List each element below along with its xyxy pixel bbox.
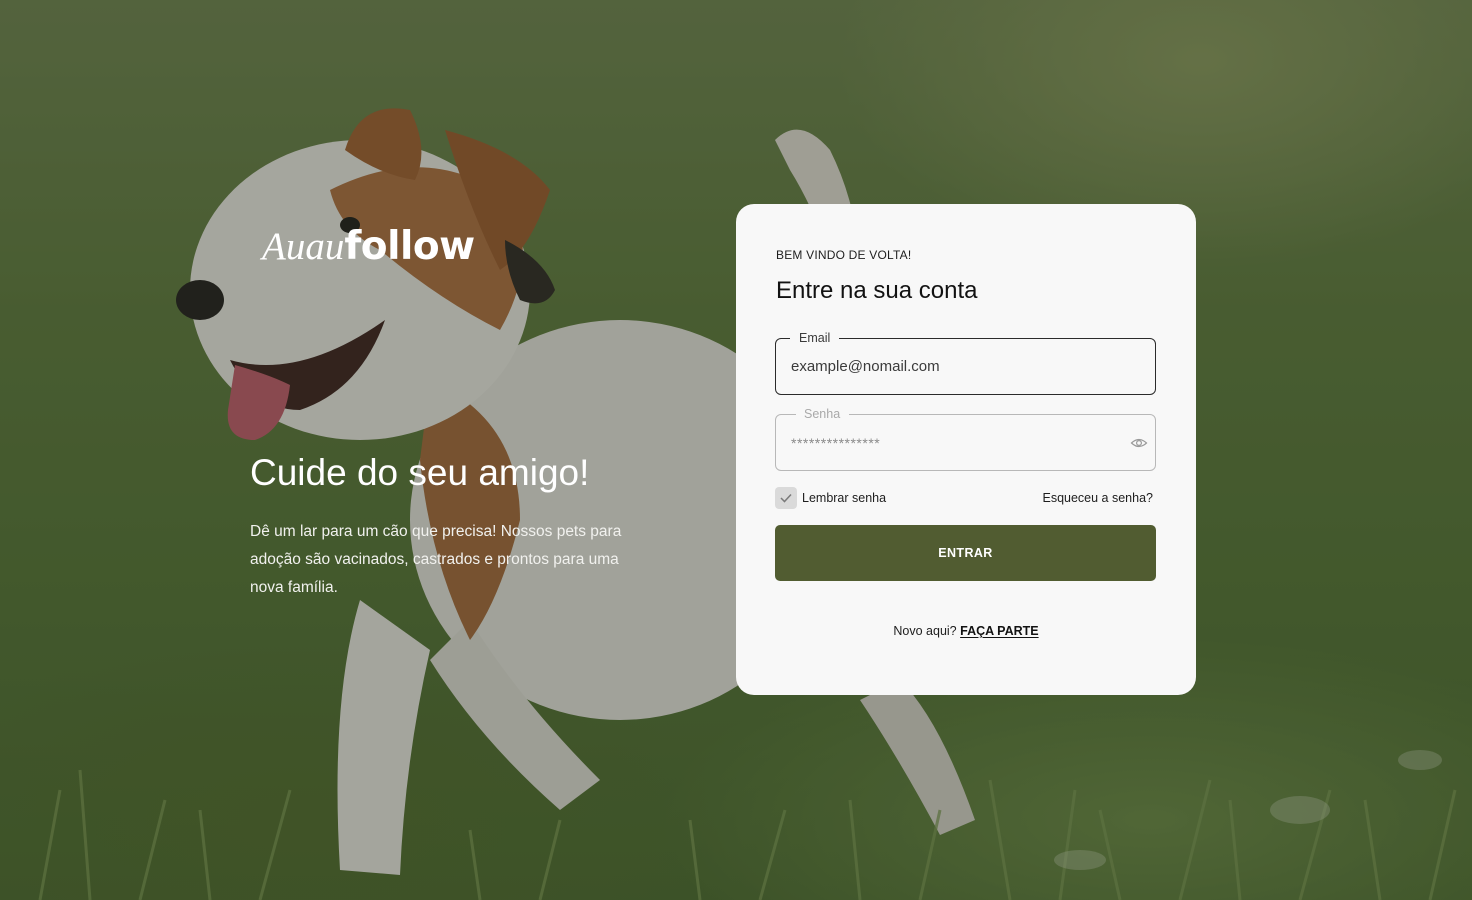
eye-icon[interactable]	[1130, 434, 1148, 452]
password-input[interactable]	[791, 415, 1111, 470]
hero-title: Cuide do seu amigo!	[250, 452, 590, 493]
login-button[interactable]: ENTRAR	[775, 525, 1156, 581]
signup-prompt-text: Novo aqui?	[893, 624, 957, 638]
check-icon	[780, 493, 792, 503]
signup-link[interactable]: FAÇA PARTE	[960, 624, 1038, 638]
email-field: Email	[775, 330, 1156, 395]
login-card: BEM VINDO DE VOLTA! Entre na sua conta E…	[736, 204, 1196, 695]
login-title: Entre na sua conta	[776, 277, 978, 304]
forgot-password-link[interactable]: Esqueceu a senha?	[1042, 491, 1153, 505]
password-field: Senha	[775, 406, 1156, 471]
brand-name-bold: follow	[344, 224, 475, 269]
brand-logo: Auaufollow	[262, 224, 475, 270]
hero-description: Dê um lar para um cão que precisa! Nosso…	[250, 523, 622, 596]
email-input[interactable]	[791, 339, 1111, 394]
remember-checkbox[interactable]	[775, 487, 797, 509]
remember-password: Lembrar senha	[775, 487, 886, 509]
remember-label: Lembrar senha	[802, 491, 887, 505]
welcome-back-label: BEM VINDO DE VOLTA!	[776, 248, 912, 262]
signup-prompt: Novo aqui? FAÇA PARTE	[736, 624, 1196, 638]
brand-name-italic: Auau	[262, 225, 345, 268]
